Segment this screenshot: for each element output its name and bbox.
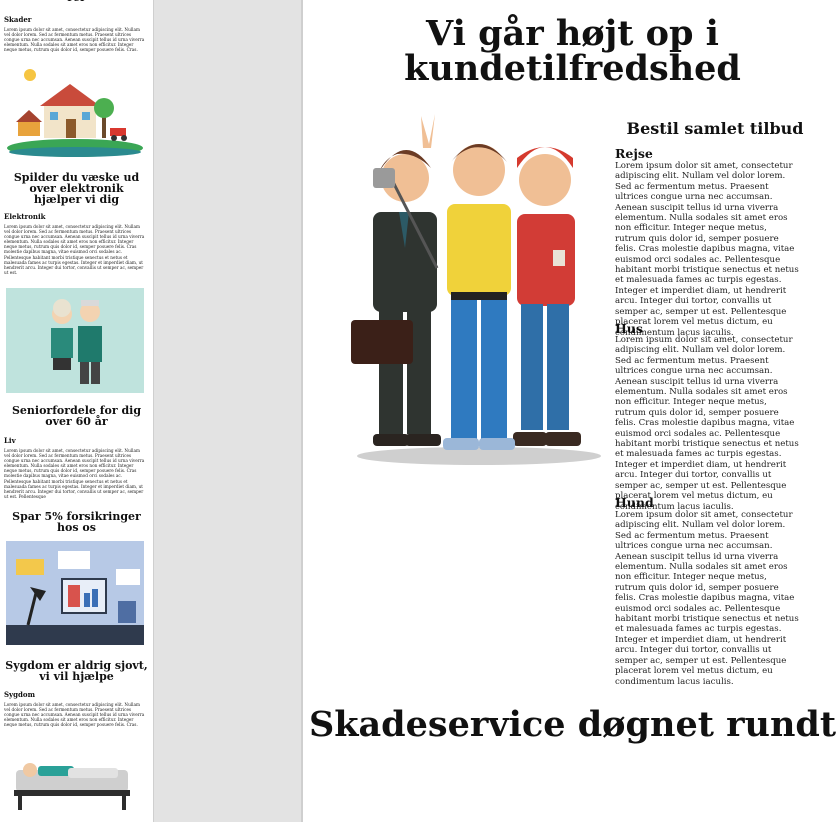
left-sub-sygdom: Sygdom — [4, 690, 35, 699]
offer-body-hund: Lorem ipsum dolor sit amet, consectetur … — [615, 510, 799, 687]
left-sub-skader: Skader — [4, 15, 32, 24]
offer-body-hus: Lorem ipsum dolor sit amet, consectetur … — [615, 335, 799, 512]
offer-sub-rejse: Rejse — [615, 146, 653, 161]
offer-sub-hund: Hund — [615, 495, 654, 510]
left-body-skader: Lorem ipsum dolor sit amet, consectetur … — [4, 27, 145, 53]
page-title: Vi går højt op i kundetilfredshed — [404, 13, 741, 89]
page-gutter — [153, 0, 303, 822]
left-body-liv: Lorem ipsum dolor sit amet, consectetur … — [4, 448, 145, 499]
bottom-title: Skadeservice døgnet rundt — [308, 704, 837, 745]
left-sub-liv: Liv — [4, 436, 16, 445]
main-page: Vi går højt op i kundetilfredshed Bestil… — [305, 0, 840, 822]
left-heading-spar: Spar 5% forsikringer hos os — [12, 510, 141, 534]
left-page-column: rer Skader Lorem ipsum dolor sit amet, c… — [0, 0, 153, 822]
offer-sub-hus: Hus — [615, 321, 643, 336]
offer-heading: Bestil samlet tilbud — [626, 119, 804, 138]
offer-body-rejse: Lorem ipsum dolor sit amet, consectetur … — [615, 161, 799, 338]
left-sub-elektronik: Elektronik — [4, 212, 46, 221]
farm-illustration — [7, 69, 143, 157]
office-illustration — [6, 541, 144, 645]
left-body-sygdom: Lorem ipsum dolor sit amet, consectetur … — [4, 702, 145, 728]
left-heading-elektronik: Spilder du væske ud over elektronik hjæl… — [13, 171, 140, 206]
left-body-elektronik: Lorem ipsum dolor sit amet, consectetur … — [4, 224, 145, 275]
seniors-illustration — [6, 288, 144, 393]
left-heading-liv: Seniorfordele for dig over 60 år — [11, 404, 142, 428]
left-heading-sygdom: Sygdom er aldrig sjovt, vi vil hjælpe — [5, 659, 148, 683]
sick-person-illustration — [14, 763, 130, 810]
friends-selfie-illustration — [351, 114, 601, 465]
left-heading-fragment: rer — [4, 0, 149, 3]
